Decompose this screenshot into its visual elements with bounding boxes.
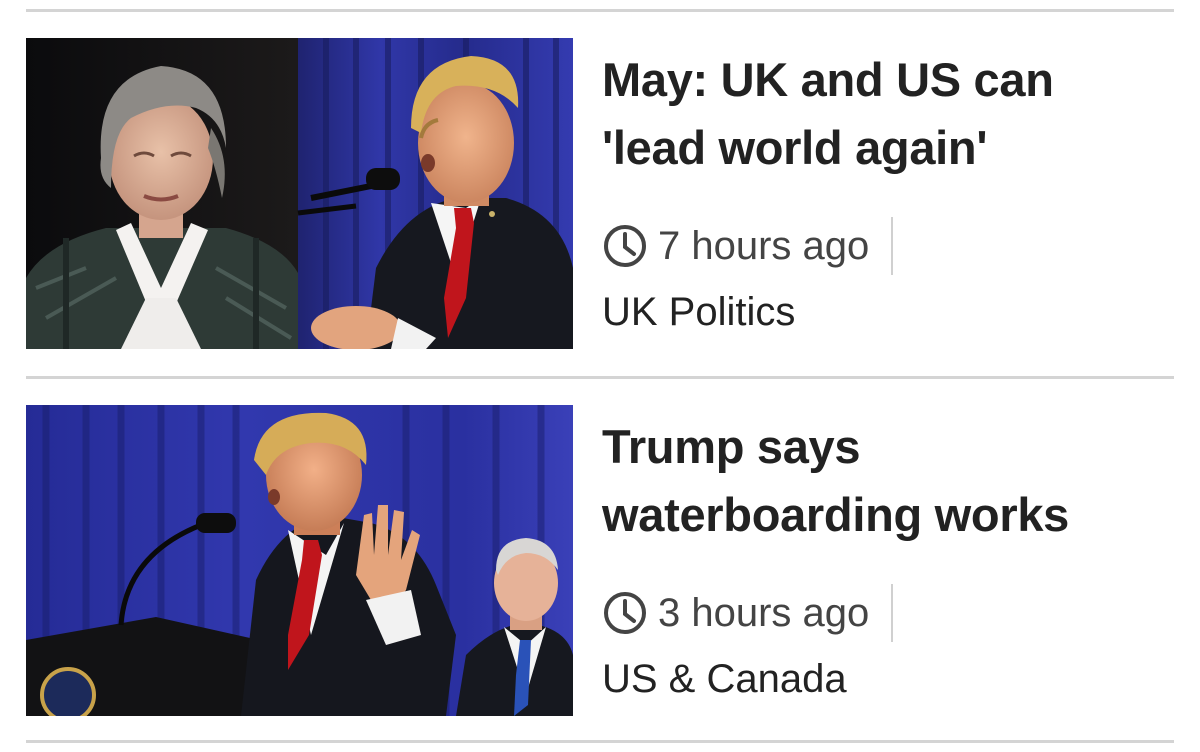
divider bbox=[26, 740, 1174, 743]
story-card-1[interactable]: May: UK and US can 'lead world again' 7 … bbox=[0, 38, 1200, 350]
story-timestamp: 7 hours ago bbox=[658, 223, 870, 268]
meta-separator bbox=[891, 584, 894, 642]
meta-separator bbox=[891, 217, 894, 275]
story-image-1[interactable] bbox=[26, 38, 573, 349]
story-headline[interactable]: May: UK and US can 'lead world again' bbox=[602, 46, 1162, 182]
clock-icon bbox=[604, 592, 646, 634]
story-meta: 7 hours ago bbox=[602, 217, 894, 275]
story-headline[interactable]: Trump says waterboarding works bbox=[602, 413, 1162, 549]
clock-icon bbox=[604, 225, 646, 267]
story-card-2[interactable]: Trump says waterboarding works 3 hours a… bbox=[0, 405, 1200, 717]
story-section-link[interactable]: US & Canada bbox=[602, 657, 847, 702]
divider bbox=[26, 9, 1174, 12]
story-timestamp: 3 hours ago bbox=[658, 590, 870, 635]
story-section-link[interactable]: UK Politics bbox=[602, 290, 795, 335]
story-image-2[interactable] bbox=[26, 405, 573, 716]
story-meta: 3 hours ago bbox=[602, 584, 894, 642]
divider bbox=[26, 376, 1174, 379]
